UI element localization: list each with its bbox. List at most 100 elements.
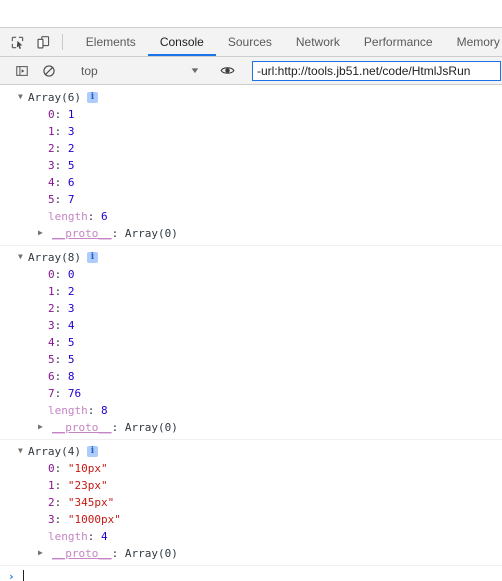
proto-value: Array(0) bbox=[124, 227, 178, 240]
array-preview-label: Array(4) bbox=[28, 445, 81, 458]
array-group-header[interactable]: Array(8) i bbox=[0, 249, 502, 266]
array-property-row: 3: 4 bbox=[48, 319, 75, 332]
info-badge-icon[interactable]: i bbox=[86, 446, 98, 457]
property-key: 5 bbox=[48, 353, 55, 366]
property-value: 3 bbox=[67, 302, 75, 315]
length-value: 4 bbox=[101, 530, 108, 543]
property-value: 5 bbox=[67, 159, 75, 172]
property-key: 3 bbox=[48, 513, 55, 526]
property-key: 1 bbox=[48, 479, 55, 492]
property-key: 4 bbox=[48, 336, 55, 349]
property-value: "10px" bbox=[67, 462, 108, 475]
array-length-row: length: 4 bbox=[48, 530, 108, 543]
execution-context-value: top bbox=[81, 63, 98, 78]
console-prompt[interactable]: › bbox=[0, 566, 502, 581]
array-preview-label: Array(6) bbox=[28, 91, 81, 104]
property-key: 0 bbox=[48, 268, 55, 281]
array-property-row: 1: 3 bbox=[48, 125, 75, 138]
property-key: 1 bbox=[48, 125, 55, 138]
array-property-row: 0: 0 bbox=[48, 268, 75, 281]
property-value: "1000px" bbox=[67, 513, 121, 526]
disclosure-triangle-closed-icon[interactable] bbox=[38, 418, 48, 435]
property-key: 2 bbox=[48, 142, 55, 155]
proto-row[interactable]: __proto__ : Array(0) bbox=[0, 225, 502, 242]
proto-row[interactable]: __proto__ : Array(0) bbox=[0, 419, 502, 436]
array-property-row: 2: "345px" bbox=[48, 496, 115, 509]
execution-context-select[interactable]: top ▼ bbox=[73, 61, 203, 81]
property-value: "23px" bbox=[67, 479, 108, 492]
array-property-row: 3: "1000px" bbox=[48, 513, 121, 526]
tab-elements[interactable]: Elements bbox=[74, 28, 148, 56]
property-key: 5 bbox=[48, 193, 55, 206]
prompt-chevron-icon: › bbox=[8, 570, 15, 581]
inspect-element-icon[interactable] bbox=[4, 28, 30, 56]
property-value: 2 bbox=[67, 285, 75, 298]
proto-value: Array(0) bbox=[124, 421, 178, 434]
property-key: 2 bbox=[48, 496, 55, 509]
array-property-row: 4: 6 bbox=[48, 176, 75, 189]
tab-network[interactable]: Network bbox=[284, 28, 352, 56]
proto-key: __proto__ bbox=[52, 227, 112, 240]
text-caret bbox=[22, 570, 24, 581]
console-sidebar-icon[interactable] bbox=[8, 64, 35, 78]
property-key: 0 bbox=[48, 108, 55, 121]
array-property-row: 5: 7 bbox=[48, 193, 75, 206]
array-property-row: 0: 1 bbox=[48, 108, 75, 121]
disclosure-triangle-closed-icon[interactable] bbox=[38, 224, 48, 241]
console-message: Array(6) i 0: 1 1: 3 2: 2 3: 5 4: 6 5: 7… bbox=[0, 86, 502, 246]
property-key: 3 bbox=[48, 159, 55, 172]
tab-console-label: Console bbox=[159, 35, 204, 49]
array-group-header[interactable]: Array(6) i bbox=[0, 89, 502, 106]
tab-console[interactable]: Console bbox=[147, 28, 216, 56]
length-value: 6 bbox=[101, 210, 108, 223]
property-value: 2 bbox=[67, 142, 75, 155]
property-value: 5 bbox=[67, 336, 75, 349]
property-key: 1 bbox=[48, 285, 55, 298]
property-value: "345px" bbox=[67, 496, 115, 509]
proto-row[interactable]: __proto__ : Array(0) bbox=[0, 545, 502, 562]
array-group-header[interactable]: Array(4) i bbox=[0, 443, 502, 460]
length-value: 8 bbox=[101, 404, 108, 417]
browser-top-strip bbox=[0, 0, 502, 28]
clear-console-icon[interactable] bbox=[35, 64, 62, 78]
array-property-row: 2: 3 bbox=[48, 302, 75, 315]
array-property-row: 3: 5 bbox=[48, 159, 75, 172]
property-key: 3 bbox=[48, 319, 55, 332]
array-length-row: length: 6 bbox=[48, 210, 108, 223]
devtools-main-toolbar: Elements Console Sources Network Perform… bbox=[0, 28, 502, 57]
live-expression-eye-icon[interactable] bbox=[214, 63, 241, 78]
property-value: 6 bbox=[67, 176, 75, 189]
property-value: 0 bbox=[67, 268, 75, 281]
property-value: 5 bbox=[67, 353, 75, 366]
tab-memory[interactable]: Memory bbox=[445, 28, 502, 56]
proto-key: __proto__ bbox=[52, 421, 112, 434]
console-filter-input[interactable] bbox=[252, 60, 501, 81]
disclosure-triangle-open-icon[interactable] bbox=[18, 248, 28, 265]
devtools-tab-list: Elements Console Sources Network Perform… bbox=[74, 28, 502, 56]
length-key: length bbox=[48, 530, 88, 543]
array-property-row: 1: 2 bbox=[48, 285, 75, 298]
toolbar-divider bbox=[61, 34, 63, 50]
array-property-row: 6: 8 bbox=[48, 370, 75, 383]
property-key: 6 bbox=[48, 370, 55, 383]
property-key: 0 bbox=[48, 462, 55, 475]
array-property-row: 5: 5 bbox=[48, 353, 75, 366]
array-property-row: 1: "23px" bbox=[48, 479, 108, 492]
console-message-list[interactable]: Array(6) i 0: 1 1: 3 2: 2 3: 5 4: 6 5: 7… bbox=[0, 86, 502, 581]
disclosure-triangle-closed-icon[interactable] bbox=[38, 544, 48, 561]
info-badge-icon[interactable]: i bbox=[86, 252, 98, 263]
property-value: 7 bbox=[67, 193, 75, 206]
property-value: 3 bbox=[67, 125, 75, 138]
tab-network-label: Network bbox=[295, 35, 340, 49]
tab-performance[interactable]: Performance bbox=[352, 28, 445, 56]
disclosure-triangle-open-icon[interactable] bbox=[18, 442, 28, 459]
console-message: Array(8) i 0: 0 1: 2 2: 3 3: 4 4: 5 5: 5… bbox=[0, 246, 502, 440]
property-key: 4 bbox=[48, 176, 55, 189]
disclosure-triangle-open-icon[interactable] bbox=[18, 88, 28, 105]
tab-elements-label: Elements bbox=[85, 35, 136, 49]
device-toolbar-icon[interactable] bbox=[30, 28, 56, 56]
tab-sources[interactable]: Sources bbox=[216, 28, 284, 56]
console-message: Array(4) i 0: "10px" 1: "23px" 2: "345px… bbox=[0, 440, 502, 566]
chevron-down-icon: ▼ bbox=[189, 66, 201, 75]
info-badge-icon[interactable]: i bbox=[86, 92, 98, 103]
